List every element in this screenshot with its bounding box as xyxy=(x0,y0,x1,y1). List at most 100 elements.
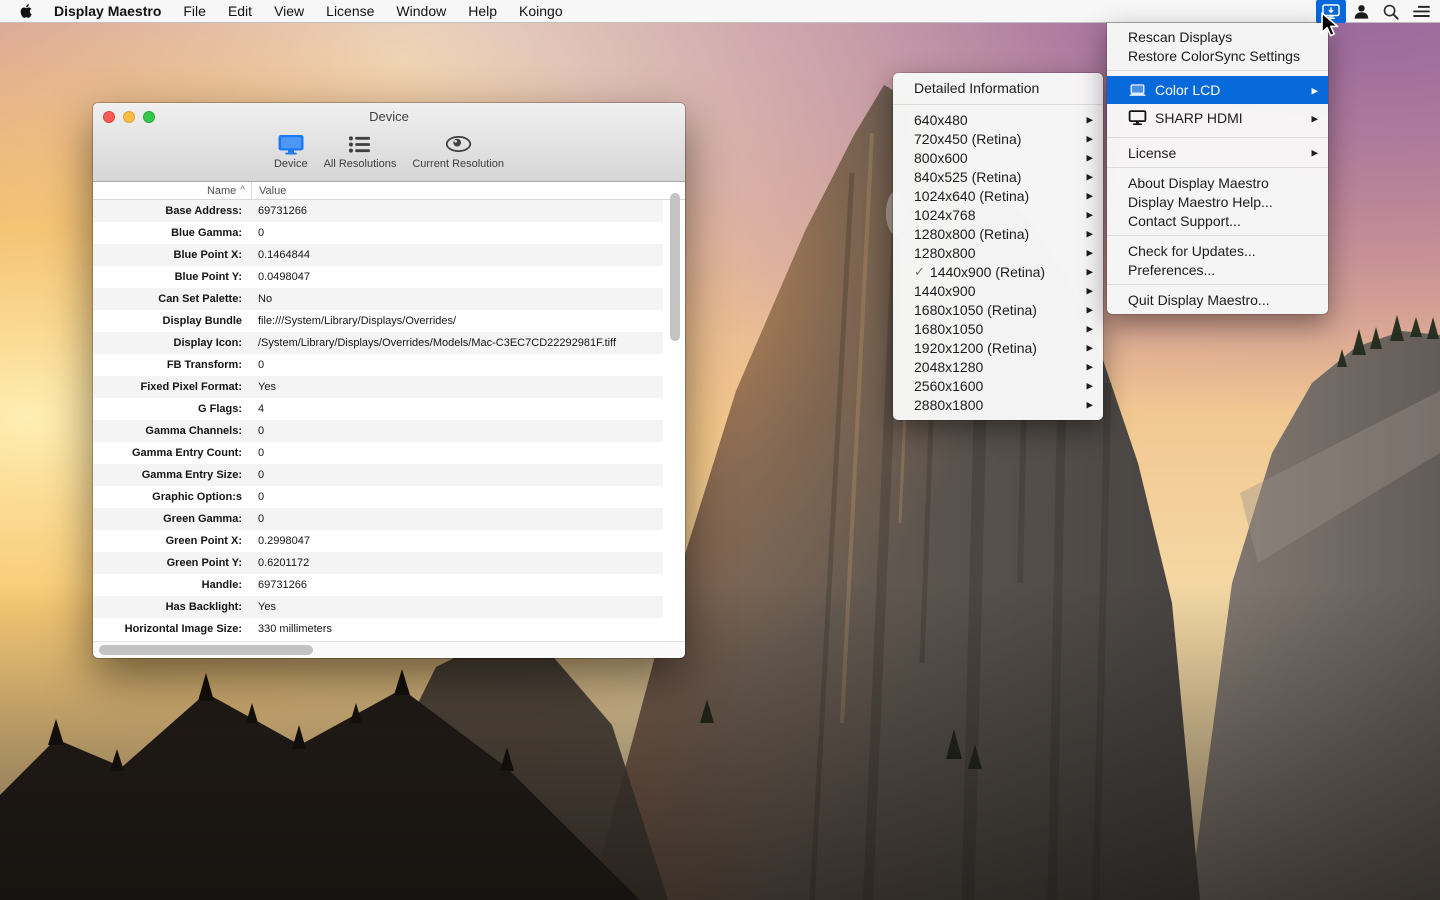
property-name: Gamma Channels: xyxy=(93,425,252,437)
menu-item-display-maestro-help[interactable]: Display Maestro Help... xyxy=(1107,192,1328,211)
menu-item-contact-support[interactable]: Contact Support... xyxy=(1107,211,1328,230)
table-row[interactable]: Graphic Option:s0 xyxy=(93,486,663,508)
resolution-item-1440x900[interactable]: 1440x900▶ xyxy=(893,281,1103,300)
menubar-menu-koingo[interactable]: Koingo xyxy=(508,3,574,19)
table-row[interactable]: Blue Point X:0.1464844 xyxy=(93,244,663,266)
property-name: Gamma Entry Count: xyxy=(93,447,252,459)
property-value: 0 xyxy=(252,227,264,239)
title-bar[interactable]: Device xyxy=(93,103,685,130)
close-button[interactable] xyxy=(103,111,115,123)
status-dropdown-menu: Rescan DisplaysRestore ColorSync Setting… xyxy=(1107,23,1328,314)
resolution-item-1680x1050-retina[interactable]: 1680x1050 (Retina)▶ xyxy=(893,300,1103,319)
menu-item-label: Quit Display Maestro... xyxy=(1128,292,1318,308)
apple-icon xyxy=(20,3,33,19)
menubar-menu-file[interactable]: File xyxy=(172,3,217,19)
property-name: Blue Point X: xyxy=(93,249,252,261)
resolution-item-2880x1800[interactable]: 2880x1800▶ xyxy=(893,395,1103,414)
menu-item-detailed-information[interactable]: Detailed Information xyxy=(893,77,1103,99)
menu-item-license[interactable]: License▶ xyxy=(1107,143,1328,162)
property-value: Yes xyxy=(252,381,276,393)
submenu-arrow-icon: ▶ xyxy=(1086,324,1093,335)
toolbar-item-all-resolutions[interactable]: All Resolutions xyxy=(324,131,397,170)
resolution-item-1280x800-retina[interactable]: 1280x800 (Retina)▶ xyxy=(893,224,1103,243)
table-row[interactable]: Gamma Channels:0 xyxy=(93,420,663,442)
table-row[interactable]: Has Backlight:Yes xyxy=(93,596,663,618)
toolbar-item-label: Device xyxy=(274,158,308,170)
resolution-item-2048x1280[interactable]: 2048x1280▶ xyxy=(893,357,1103,376)
menu-bar: Display Maestro FileEditViewLicenseWindo… xyxy=(0,0,1440,23)
resolution-item-720x450-retina[interactable]: 720x450 (Retina)▶ xyxy=(893,129,1103,148)
resolution-item-1440x900-retina[interactable]: ✓1440x900 (Retina)▶ xyxy=(893,262,1103,281)
notification-center-icon[interactable] xyxy=(1406,0,1436,23)
toolbar-item-label: Current Resolution xyxy=(412,158,504,170)
menu-item-rescan-displays[interactable]: Rescan Displays xyxy=(1107,27,1328,46)
table-row[interactable]: Fixed Pixel Format:Yes xyxy=(93,376,663,398)
window-chrome[interactable]: Device DeviceAll ResolutionsCurrent Reso… xyxy=(93,103,685,182)
table-row[interactable]: Gamma Entry Count:0 xyxy=(93,442,663,464)
menu-item-quit-display-maestro[interactable]: Quit Display Maestro... xyxy=(1107,290,1328,309)
submenu-arrow-icon: ▶ xyxy=(1311,85,1318,96)
spotlight-icon[interactable] xyxy=(1376,0,1406,23)
vertical-scrollbar[interactable] xyxy=(670,193,680,341)
table-row[interactable]: FB Transform:0 xyxy=(93,354,663,376)
menubar-menu-view[interactable]: View xyxy=(263,3,315,19)
menubar-menu-help[interactable]: Help xyxy=(457,3,508,19)
resolution-item-1024x640-retina[interactable]: 1024x640 (Retina)▶ xyxy=(893,186,1103,205)
submenu-arrow-icon: ▶ xyxy=(1086,381,1093,392)
table-row[interactable]: Display Bundlefile:///System/Library/Dis… xyxy=(93,310,663,332)
table-row[interactable]: Blue Gamma:0 xyxy=(93,222,663,244)
horizontal-scrollbar-thumb[interactable] xyxy=(99,645,313,655)
property-value: No xyxy=(252,293,272,305)
table-row[interactable]: Handle:69731266 xyxy=(93,574,663,596)
submenu-arrow-icon: ▶ xyxy=(1086,172,1093,183)
resolution-label: 1024x640 (Retina) xyxy=(914,188,1086,204)
submenu-arrow-icon: ▶ xyxy=(1311,148,1318,159)
menu-item-restore-colorsync-settings[interactable]: Restore ColorSync Settings xyxy=(1107,46,1328,65)
menu-separator xyxy=(1107,167,1328,168)
table-row[interactable]: Blue Point Y:0.0498047 xyxy=(93,266,663,288)
toolbar-item-device[interactable]: Device xyxy=(274,131,308,170)
property-name: Gamma Entry Size: xyxy=(93,469,252,481)
minimize-button[interactable] xyxy=(123,111,135,123)
app-menu-title[interactable]: Display Maestro xyxy=(43,3,172,19)
resolution-item-1680x1050[interactable]: 1680x1050▶ xyxy=(893,319,1103,338)
resolution-label: 1440x900 xyxy=(914,283,1086,299)
menu-item-sharp-hdmi[interactable]: SHARP HDMI▶ xyxy=(1107,104,1328,132)
column-header-value[interactable]: Value xyxy=(252,182,286,199)
menu-item-color-lcd[interactable]: Color LCD▶ xyxy=(1107,76,1328,104)
table-row[interactable]: Green Point X:0.2998047 xyxy=(93,530,663,552)
table-row[interactable]: Gamma Entry Size:0 xyxy=(93,464,663,486)
table-row[interactable]: Can Set Palette:No xyxy=(93,288,663,310)
menubar-menu-license[interactable]: License xyxy=(315,3,385,19)
menu-item-check-for-updates[interactable]: Check for Updates... xyxy=(1107,241,1328,260)
table-row[interactable]: Base Address:69731266 xyxy=(93,200,663,222)
toolbar-item-current-resolution[interactable]: Current Resolution xyxy=(412,131,504,170)
table-row[interactable]: Green Gamma:0 xyxy=(93,508,663,530)
resolution-item-1280x800[interactable]: 1280x800▶ xyxy=(893,243,1103,262)
menu-item-about-display-maestro[interactable]: About Display Maestro xyxy=(1107,173,1328,192)
resolution-item-1920x1200-retina[interactable]: 1920x1200 (Retina)▶ xyxy=(893,338,1103,357)
resolution-item-840x525-retina[interactable]: 840x525 (Retina)▶ xyxy=(893,167,1103,186)
property-value: /System/Library/Displays/Overrides/Model… xyxy=(252,337,616,349)
menubar-menu-edit[interactable]: Edit xyxy=(217,3,263,19)
table-row[interactable]: Display Icon:/System/Library/Displays/Ov… xyxy=(93,332,663,354)
user-icon[interactable] xyxy=(1346,0,1376,23)
property-name: Green Point X: xyxy=(93,535,252,547)
resolution-item-1024x768[interactable]: 1024x768▶ xyxy=(893,205,1103,224)
submenu-arrow-icon: ▶ xyxy=(1086,343,1093,354)
menu-separator xyxy=(1107,235,1328,236)
table-row[interactable]: Horizontal Image Size:330 millimeters xyxy=(93,618,663,640)
column-header-name[interactable]: Name ^ xyxy=(93,182,252,199)
horizontal-scrollbar-track[interactable] xyxy=(93,641,685,658)
resolution-item-640x480[interactable]: 640x480▶ xyxy=(893,110,1103,129)
zoom-button[interactable] xyxy=(143,111,155,123)
resolution-item-2560x1600[interactable]: 2560x1600▶ xyxy=(893,376,1103,395)
table-row[interactable]: G Flags:4 xyxy=(93,398,663,420)
apple-menu[interactable] xyxy=(10,0,43,22)
submenu-arrow-icon: ▶ xyxy=(1086,400,1093,411)
resolution-item-800x600[interactable]: 800x600▶ xyxy=(893,148,1103,167)
menu-item-preferences[interactable]: Preferences... xyxy=(1107,260,1328,279)
menubar-menu-window[interactable]: Window xyxy=(385,3,457,19)
submenu-arrow-icon: ▶ xyxy=(1086,267,1093,278)
table-row[interactable]: Green Point Y:0.6201172 xyxy=(93,552,663,574)
